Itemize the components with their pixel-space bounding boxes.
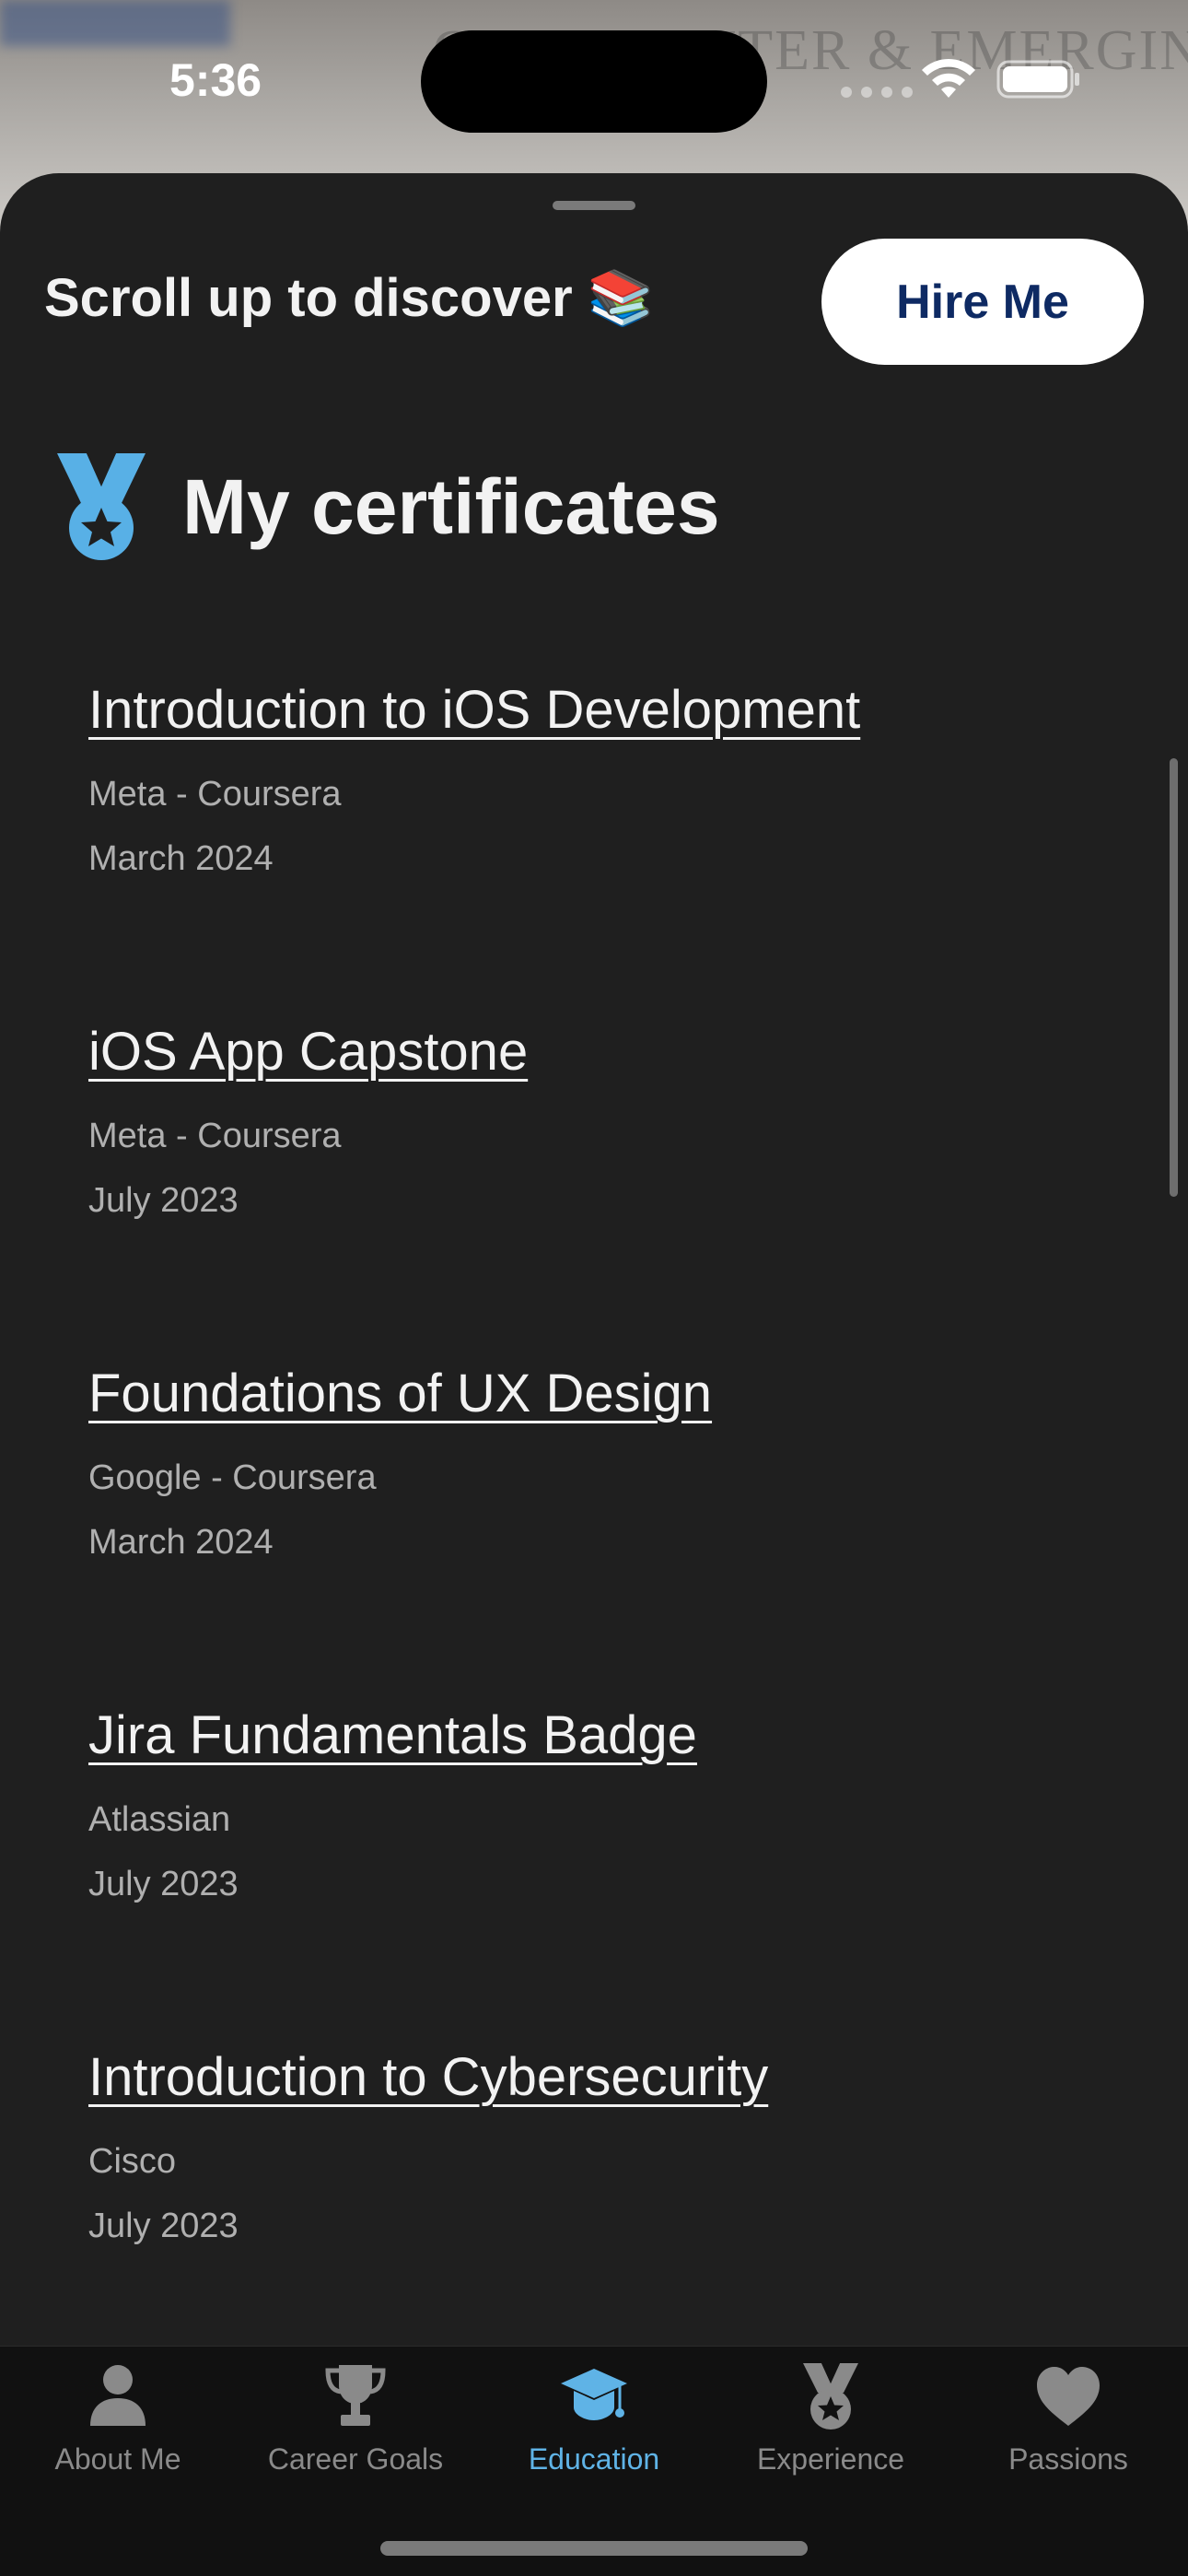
- certificate-date: July 2023: [88, 1865, 239, 1903]
- scroll-indicator[interactable]: [1170, 758, 1178, 1197]
- scroll-hint-text: Scroll up to discover 📚: [44, 268, 655, 328]
- background-logo: [0, 0, 230, 46]
- sheet-grabber[interactable]: [553, 201, 635, 210]
- trophy-icon: [325, 2365, 386, 2426]
- certificate-date: July 2023: [88, 2207, 239, 2245]
- home-indicator[interactable]: [380, 2541, 808, 2556]
- tab-label: Passions: [1008, 2442, 1128, 2476]
- certificate-item: Introduction to iOS Development Meta - C…: [88, 678, 1120, 1020]
- heart-icon: [1037, 2367, 1100, 2426]
- certificate-item: Introduction to Cybersecurity Cisco July…: [88, 2045, 1120, 2387]
- certificate-issuer: Meta - Coursera: [88, 775, 342, 814]
- medal-icon: [57, 453, 146, 560]
- certificate-title-link[interactable]: Jira Fundamentals Badge: [88, 1704, 697, 1768]
- certificate-date: March 2024: [88, 839, 274, 878]
- certificates-list: Introduction to iOS Development Meta - C…: [88, 678, 1120, 2387]
- section-title: My certificates: [182, 463, 720, 550]
- tab-label: About Me: [54, 2442, 181, 2476]
- wifi-icon: [922, 58, 975, 98]
- certificate-item: Foundations of UX Design Google - Course…: [88, 1362, 1120, 1704]
- app-screen: CE COMPUTER & EMERGIN 5:36 Scroll up to …: [0, 0, 1188, 2576]
- certificate-title-link[interactable]: Introduction to Cybersecurity: [88, 2045, 768, 2110]
- certificate-item: iOS App Capstone Meta - Coursera July 20…: [88, 1020, 1120, 1362]
- graduation-cap-icon: [561, 2369, 627, 2420]
- medal-icon: [803, 2363, 858, 2430]
- tab-about-me[interactable]: About Me: [7, 2361, 228, 2500]
- tab-career-goals[interactable]: Career Goals: [245, 2361, 466, 2500]
- tab-experience[interactable]: Experience: [720, 2361, 941, 2500]
- cellular-signal-icon: [841, 87, 913, 98]
- battery-icon: [996, 60, 1079, 99]
- status-time: 5:36: [169, 54, 262, 106]
- tab-label: Education: [528, 2442, 660, 2476]
- hire-me-button[interactable]: Hire Me: [821, 239, 1144, 365]
- certificate-issuer: Google - Coursera: [88, 1458, 377, 1497]
- dynamic-island: [421, 30, 767, 133]
- bottom-sheet: Scroll up to discover 📚 Hire Me My certi…: [0, 173, 1188, 2576]
- certificate-item: Jira Fundamentals Badge Atlassian July 2…: [88, 1704, 1120, 2045]
- certificate-date: March 2024: [88, 1523, 274, 1562]
- tab-label: Career Goals: [267, 2442, 444, 2476]
- certificate-title-link[interactable]: Introduction to iOS Development: [88, 678, 860, 743]
- certificate-title-link[interactable]: iOS App Capstone: [88, 1020, 528, 1084]
- certificate-title-link[interactable]: Foundations of UX Design: [88, 1362, 712, 1426]
- certificate-date: July 2023: [88, 1181, 239, 1220]
- certificates-header: My certificates: [53, 451, 720, 562]
- tab-label: Experience: [756, 2442, 905, 2476]
- certificate-issuer: Meta - Coursera: [88, 1117, 342, 1155]
- certificate-issuer: Cisco: [88, 2142, 177, 2181]
- tab-education[interactable]: Education: [483, 2361, 705, 2500]
- tab-passions[interactable]: Passions: [958, 2361, 1179, 2500]
- person-icon: [90, 2365, 146, 2426]
- certificate-issuer: Atlassian: [88, 1800, 231, 1839]
